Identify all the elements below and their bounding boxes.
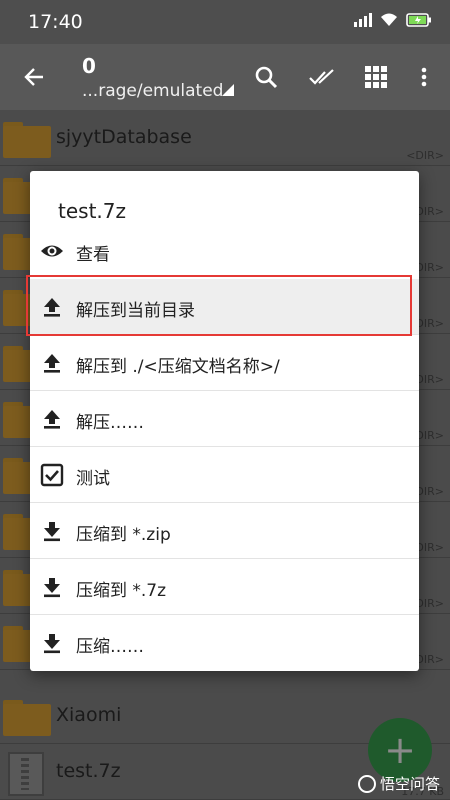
back-button[interactable]	[14, 44, 54, 110]
menu-item-label: 压缩……	[76, 637, 144, 657]
menu-item-label: 查看	[76, 245, 110, 265]
upload-icon	[44, 354, 60, 373]
checkbox-icon	[40, 463, 64, 487]
download-icon	[44, 634, 60, 654]
watermark-text: 悟空问答	[379, 775, 440, 793]
upload-icon	[44, 410, 60, 429]
menu-item-label: 解压……	[76, 413, 144, 433]
folder-icon	[3, 700, 51, 736]
menu-item-test[interactable]: 测试	[30, 447, 419, 503]
eye-icon	[41, 245, 63, 257]
menu-item-compress-7z[interactable]: 压缩到 *.7z	[30, 559, 419, 615]
download-icon	[44, 522, 60, 542]
archive-file-icon	[8, 752, 44, 796]
menu-item-label: 压缩到 *.zip	[76, 525, 171, 545]
file-name: Xiaomi	[56, 704, 122, 726]
current-path[interactable]: ...rage/emulated	[82, 81, 223, 101]
double-check-icon	[309, 69, 334, 85]
overflow-menu-button[interactable]	[412, 44, 436, 110]
file-name: sjyytDatabase	[56, 126, 192, 148]
watermark: 悟空问答	[357, 773, 440, 794]
toolbar: 0 ...rage/emulated	[0, 44, 450, 110]
folder-icon	[3, 122, 51, 158]
search-icon	[255, 66, 278, 89]
menu-item-extract-to-folder[interactable]: 解压到 ./<压缩文档名称>/	[30, 335, 419, 391]
grid-icon	[365, 66, 387, 88]
status-time: 17:40	[28, 11, 83, 33]
select-all-button[interactable]	[304, 44, 340, 110]
download-icon	[44, 578, 60, 598]
status-bar: 17:40	[0, 0, 450, 44]
file-name: test.7z	[56, 760, 121, 782]
menu-item-compress-zip[interactable]: 压缩到 *.zip	[30, 503, 419, 559]
wifi-icon	[381, 13, 397, 26]
plus-icon: +	[384, 728, 416, 772]
context-menu-dialog: test.7z 查看 解压到当前目录 解压到 ./<压缩文档名称>/ 解压…… …	[30, 171, 419, 671]
battery-icon	[406, 13, 431, 27]
menu-item-view[interactable]: 查看	[30, 223, 419, 279]
menu-item-label: 解压到 ./<压缩文档名称>/	[76, 357, 280, 377]
status-icons	[354, 13, 432, 27]
list-item[interactable]: sjyytDatabase <DIR>	[0, 110, 450, 166]
highlight-box	[26, 275, 412, 336]
dialog-title: test.7z	[58, 199, 126, 223]
arrow-left-icon	[24, 68, 43, 86]
menu-item-extract[interactable]: 解压……	[30, 391, 419, 447]
file-type: <DIR>	[406, 149, 444, 162]
menu-item-label: 测试	[76, 469, 110, 489]
selection-count: 0	[82, 54, 96, 78]
menu-item-label: 压缩到 *.7z	[76, 581, 167, 601]
search-button[interactable]	[248, 44, 284, 110]
wukong-logo-icon	[357, 774, 376, 793]
signal-icon	[354, 13, 372, 27]
more-vert-icon	[421, 67, 427, 87]
path-dropdown-icon[interactable]	[222, 84, 234, 96]
menu-item-compress[interactable]: 压缩……	[30, 615, 419, 671]
grid-view-button[interactable]	[360, 44, 392, 110]
